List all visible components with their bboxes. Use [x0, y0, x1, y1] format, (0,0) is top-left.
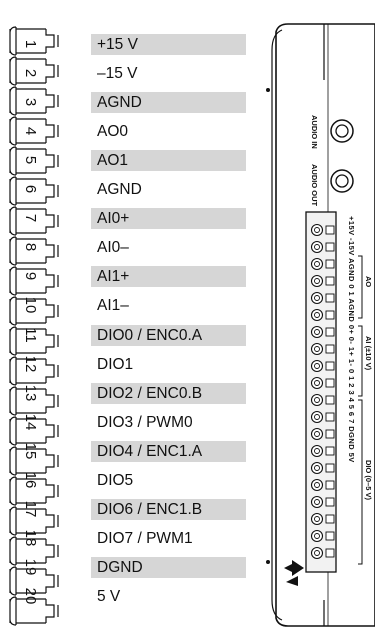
- pin-number: 14: [22, 413, 39, 430]
- header-screw: [310, 325, 324, 339]
- audio-in-label: AUDIO IN: [310, 115, 319, 149]
- header-screw: [310, 478, 324, 492]
- pin-number: 1: [22, 39, 39, 49]
- header-screw: [310, 342, 324, 356]
- pin-signal-label: 5 V: [97, 587, 121, 605]
- pin-signal-label: DIO1: [97, 355, 134, 373]
- pin-signal-label: AGND: [97, 181, 142, 199]
- header-socket: [325, 514, 335, 524]
- pin-number: 13: [22, 384, 39, 401]
- header-screw: [310, 376, 324, 390]
- pinout-diagram: 1 +15 V 2 –15 V 3 AGND 4 AO0 5 AO1 6 AGND 7 AI0+ 8 AI0–…: [0, 0, 375, 631]
- header-screw: [310, 546, 324, 560]
- pin-signal-label: –15 V: [97, 65, 138, 83]
- ao-group-label: AO: [364, 276, 373, 288]
- pin-signal-label: DGND: [97, 558, 143, 576]
- pin-signal-label: AO0: [97, 123, 129, 141]
- header-screw: [310, 427, 324, 441]
- header-socket: [325, 446, 335, 456]
- pin-number: 11: [22, 326, 39, 343]
- pin-signal-label: AI1+: [97, 268, 130, 286]
- header-socket: [325, 361, 335, 371]
- header-screw: [310, 359, 324, 373]
- pin-signal-label: DIO3 / PWM0: [97, 413, 193, 431]
- pin-signal-label: DIO4 / ENC1.A: [97, 442, 203, 460]
- pin-signal-label: +15 V: [97, 36, 138, 53]
- pin-number: 4: [22, 126, 39, 136]
- header-socket: [325, 242, 335, 252]
- ai-group-label: AI (±10 V): [364, 336, 373, 371]
- header-screw: [310, 495, 324, 509]
- pin-number: 5: [22, 156, 39, 165]
- header-screw: [310, 291, 324, 305]
- pin-signal-label: AGND: [97, 94, 142, 112]
- pin-signal-label: DIO6 / ENC1.B: [97, 500, 203, 518]
- header-screw: [310, 512, 324, 526]
- pin-signal-label: AI0+: [97, 210, 130, 228]
- audio-out-label: AUDIO OUT: [310, 164, 319, 207]
- pin-signal-label: AI1–: [97, 297, 129, 315]
- pin-signal-label: DIO2 / ENC0.B: [97, 384, 203, 402]
- pin-number: 10: [22, 297, 39, 314]
- pin-number: 16: [22, 471, 39, 489]
- pin-number: 3: [22, 97, 39, 107]
- header-screw: [310, 257, 324, 271]
- header-socket: [325, 412, 335, 422]
- pin-signal-label: DIO7 / PWM1: [97, 529, 193, 547]
- header-screw: [310, 240, 324, 254]
- pin-number: 6: [22, 185, 39, 194]
- header-socket: [325, 395, 335, 405]
- header-pin-labels: +15V -15V AGND 0 1 AGND 0+ 0- 1+ 1- 0 1 …: [347, 216, 356, 463]
- pin-number: 19: [22, 558, 39, 576]
- header-socket: [325, 225, 335, 235]
- pin-signal-label: DIO5: [97, 471, 134, 489]
- header-socket: [325, 480, 335, 490]
- header-screw: [310, 410, 324, 424]
- device-drawing: AUDIO IN AUDIO OUT +15V -15V AGND 0 1 AG…: [262, 20, 375, 630]
- header-socket: [325, 259, 335, 269]
- pin-number: 15: [22, 442, 39, 460]
- header-screw: [310, 393, 324, 407]
- header-socket: [325, 497, 335, 507]
- device-body: [266, 23, 375, 627]
- pin-number: 8: [22, 243, 39, 252]
- header-socket: [325, 293, 335, 303]
- audio-in-jack: [330, 119, 354, 143]
- pin-number: 18: [22, 529, 39, 547]
- pin-signal-label: AI0–: [97, 239, 129, 257]
- header-socket: [325, 344, 335, 354]
- dio-group-label: DIO (0–5 V): [364, 460, 373, 501]
- pin-number: 17: [22, 500, 39, 518]
- header-screw: [310, 308, 324, 322]
- pin-signal-label: DIO0 / ENC0.A: [97, 326, 203, 344]
- header-socket: [325, 548, 335, 558]
- header-socket: [325, 463, 335, 473]
- header-socket: [325, 531, 335, 541]
- pin-number: 20: [22, 587, 39, 605]
- header-screw: [310, 529, 324, 543]
- header-socket: [325, 429, 335, 439]
- pin-number: 2: [22, 68, 39, 78]
- header-socket: [325, 327, 335, 337]
- pin-number: 9: [22, 272, 39, 281]
- pin-number: 12: [22, 355, 39, 372]
- pin-signal-label: AO1: [97, 152, 129, 170]
- header-screw: [310, 461, 324, 475]
- header-socket: [325, 276, 335, 286]
- header-socket: [325, 310, 335, 320]
- audio-out-jack: [330, 169, 354, 193]
- header-screw: [310, 444, 324, 458]
- header-screw: [310, 274, 324, 288]
- header-screw: [310, 223, 324, 237]
- pin-number: 7: [22, 214, 39, 223]
- header-socket: [325, 378, 335, 388]
